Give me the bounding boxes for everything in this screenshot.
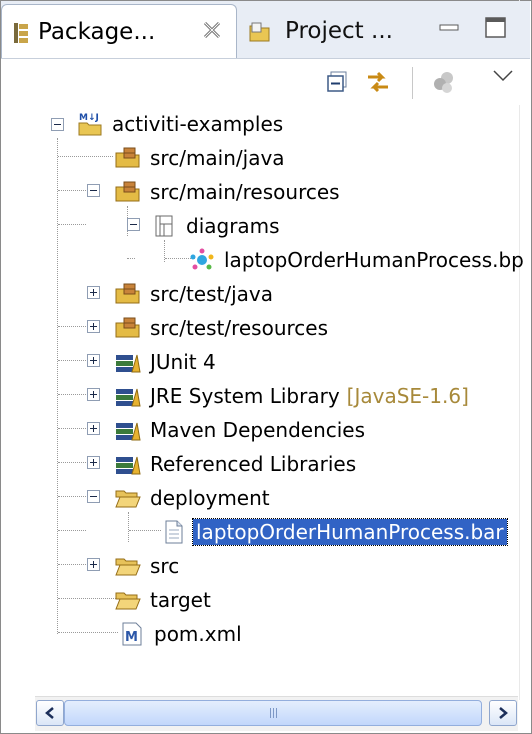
tree-item-referenced-libraries[interactable]: Referenced Libraries [115, 449, 359, 479]
collapse-toggle[interactable] [87, 490, 100, 503]
package-icon [155, 215, 173, 237]
expand-toggle[interactable] [87, 320, 100, 333]
view-menu-button[interactable] [429, 67, 459, 97]
expand-toggle[interactable] [87, 558, 100, 571]
maven-pom-icon: M [122, 622, 142, 646]
expand-toggle[interactable] [87, 456, 100, 469]
collapse-all-icon [327, 71, 347, 92]
source-folder-icon [115, 283, 140, 304]
library-icon [116, 422, 141, 441]
chevron-right-icon [499, 707, 508, 719]
library-icon [116, 354, 141, 373]
source-folder-icon [115, 147, 140, 168]
scrollbar-thumb[interactable] [64, 700, 482, 726]
scroll-left-button[interactable] [36, 700, 64, 726]
tree-item-src-main-java[interactable]: src/main/java [115, 143, 288, 173]
folder-open-icon [115, 592, 141, 610]
chevron-left-icon [45, 707, 54, 719]
tree-item-src-main-resources[interactable]: src/main/resources [115, 177, 343, 207]
link-with-editor-button[interactable] [363, 67, 393, 97]
collapse-toggle[interactable] [87, 184, 100, 197]
tree-item-diagrams[interactable]: diagrams [151, 211, 283, 241]
folder-open-icon [115, 558, 141, 576]
expand-toggle[interactable] [87, 286, 100, 299]
chevron-down-icon[interactable] [492, 69, 514, 83]
tree-item-maven-dependencies[interactable]: Maven Dependencies [115, 415, 368, 445]
tree-item-deployment[interactable]: deployment [115, 483, 273, 513]
jre-version-decoration: [JavaSE-1.6] [346, 384, 469, 408]
tab-label: Package... [38, 18, 156, 45]
folder-open-icon [115, 490, 141, 508]
scroll-right-button[interactable] [489, 700, 517, 726]
svg-text:M↓J: M↓J [79, 113, 99, 123]
file-icon [165, 520, 183, 544]
close-icon[interactable] [200, 18, 224, 42]
library-icon [116, 388, 141, 407]
tree-item-src-test-java[interactable]: src/test/java [115, 279, 276, 309]
source-folder-icon [115, 181, 140, 202]
tree-item-bar-file[interactable]: laptopOrderHumanProcess.bar [161, 517, 508, 547]
tree-item-target[interactable]: target [115, 585, 214, 615]
library-icon [116, 456, 141, 475]
expand-toggle[interactable] [87, 354, 100, 367]
minimize-icon[interactable] [437, 15, 463, 41]
project-tree: M↓J activiti-examples src/main/java src/… [1, 106, 524, 696]
tree-item-bp-file[interactable]: laptopOrderHumanProcess.bp [189, 245, 527, 275]
scrollbar-grip [269, 708, 277, 718]
maven-project-icon: M↓J [78, 113, 102, 136]
tree-item-pom[interactable]: M pom.xml [119, 619, 245, 649]
source-folder-icon [115, 317, 140, 338]
view-tab-bar: Package... Project ... [1, 1, 530, 59]
maximize-icon[interactable] [483, 15, 509, 41]
package-explorer-icon [14, 23, 28, 43]
bpmn-diagram-icon [190, 248, 214, 270]
tree-item-project[interactable]: M↓J activiti-examples [77, 109, 286, 139]
project-explorer-icon [249, 22, 270, 42]
collapse-toggle[interactable] [51, 118, 64, 131]
tab-label: Project ... [285, 18, 393, 44]
svg-text:M: M [125, 630, 138, 645]
toolbar-separator [412, 67, 413, 99]
link-with-editor-icon [368, 71, 388, 93]
tab-package-explorer[interactable]: Package... [1, 4, 237, 58]
collapse-toggle[interactable] [127, 218, 140, 231]
tree-item-junit[interactable]: JUnit 4 [115, 347, 219, 377]
tree-item-src-test-resources[interactable]: src/test/resources [115, 313, 331, 343]
expand-toggle[interactable] [87, 388, 100, 401]
view-toolbar [1, 59, 530, 105]
tab-project-explorer[interactable]: Project ... [239, 4, 409, 58]
tree-item-jre[interactable]: JRE System Library [JavaSE-1.6] [115, 381, 469, 411]
tree-item-src[interactable]: src [115, 551, 182, 581]
collapse-all-button[interactable] [323, 67, 353, 97]
view-right-edge [519, 0, 520, 700]
view-menu-icon [434, 72, 453, 93]
expand-toggle[interactable] [87, 422, 100, 435]
